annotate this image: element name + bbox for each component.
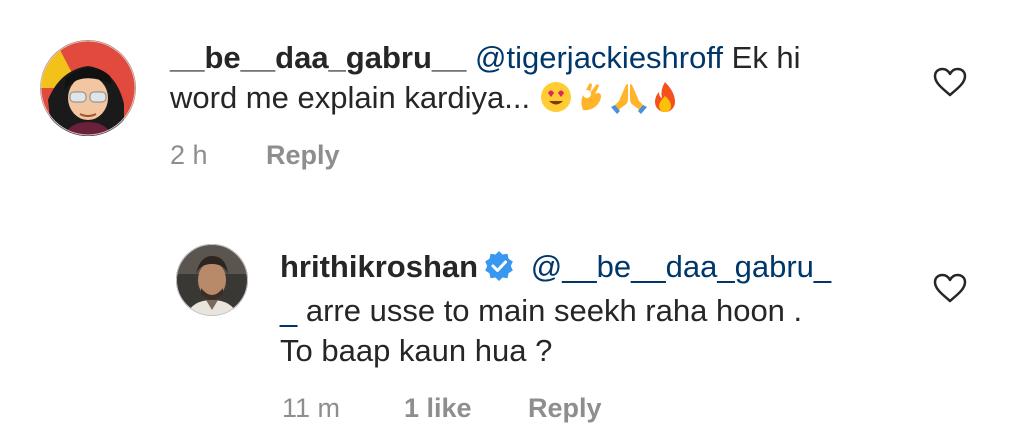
reply-comment-meta: 11 m 1 like Reply: [282, 393, 702, 427]
heart-outline-icon[interactable]: [932, 272, 968, 304]
comment-text-line3: To baap kaun hua ?: [280, 333, 553, 368]
fire-emoji: [651, 80, 679, 124]
avatar-illustration: [40, 40, 136, 136]
reply-comment-body: hrithikroshan @__be__daa_gabru_ _ arre u…: [280, 247, 900, 371]
comment-mention-continued[interactable]: _: [280, 293, 297, 328]
avatar[interactable]: [176, 244, 248, 316]
comment-timestamp: 2 h: [170, 140, 208, 170]
comment-mention[interactable]: @tigerjackieshroff: [475, 40, 723, 75]
folded-hands-emoji: [610, 80, 647, 124]
comment-username[interactable]: __be__daa_gabru__: [170, 40, 466, 75]
ok-hand-emoji: [577, 80, 607, 124]
comment-text-line2: word me explain kardiya...: [170, 80, 531, 115]
avatar-photo: [176, 244, 248, 316]
likes-count-button[interactable]: 1 like: [404, 393, 472, 424]
avatar[interactable]: [40, 40, 136, 136]
comment-meta: 2 h Reply: [170, 140, 470, 174]
comment-text-line2: arre usse to main seekh raha hoon .: [297, 293, 803, 328]
comment-username[interactable]: hrithikroshan: [280, 249, 478, 284]
heart-eyes-emoji: [539, 80, 573, 124]
comment-mention[interactable]: @__be__daa_gabru_: [531, 249, 831, 284]
comment-body: __be__daa_gabru__ @tigerjackieshroff Ek …: [170, 38, 890, 124]
comment-timestamp: 11 m: [282, 393, 341, 423]
verified-badge-icon: [484, 251, 514, 291]
reply-button[interactable]: Reply: [528, 393, 602, 424]
comment-text-line1: Ek hi: [723, 40, 801, 75]
heart-outline-icon[interactable]: [932, 66, 968, 98]
reply-button[interactable]: Reply: [266, 140, 340, 171]
